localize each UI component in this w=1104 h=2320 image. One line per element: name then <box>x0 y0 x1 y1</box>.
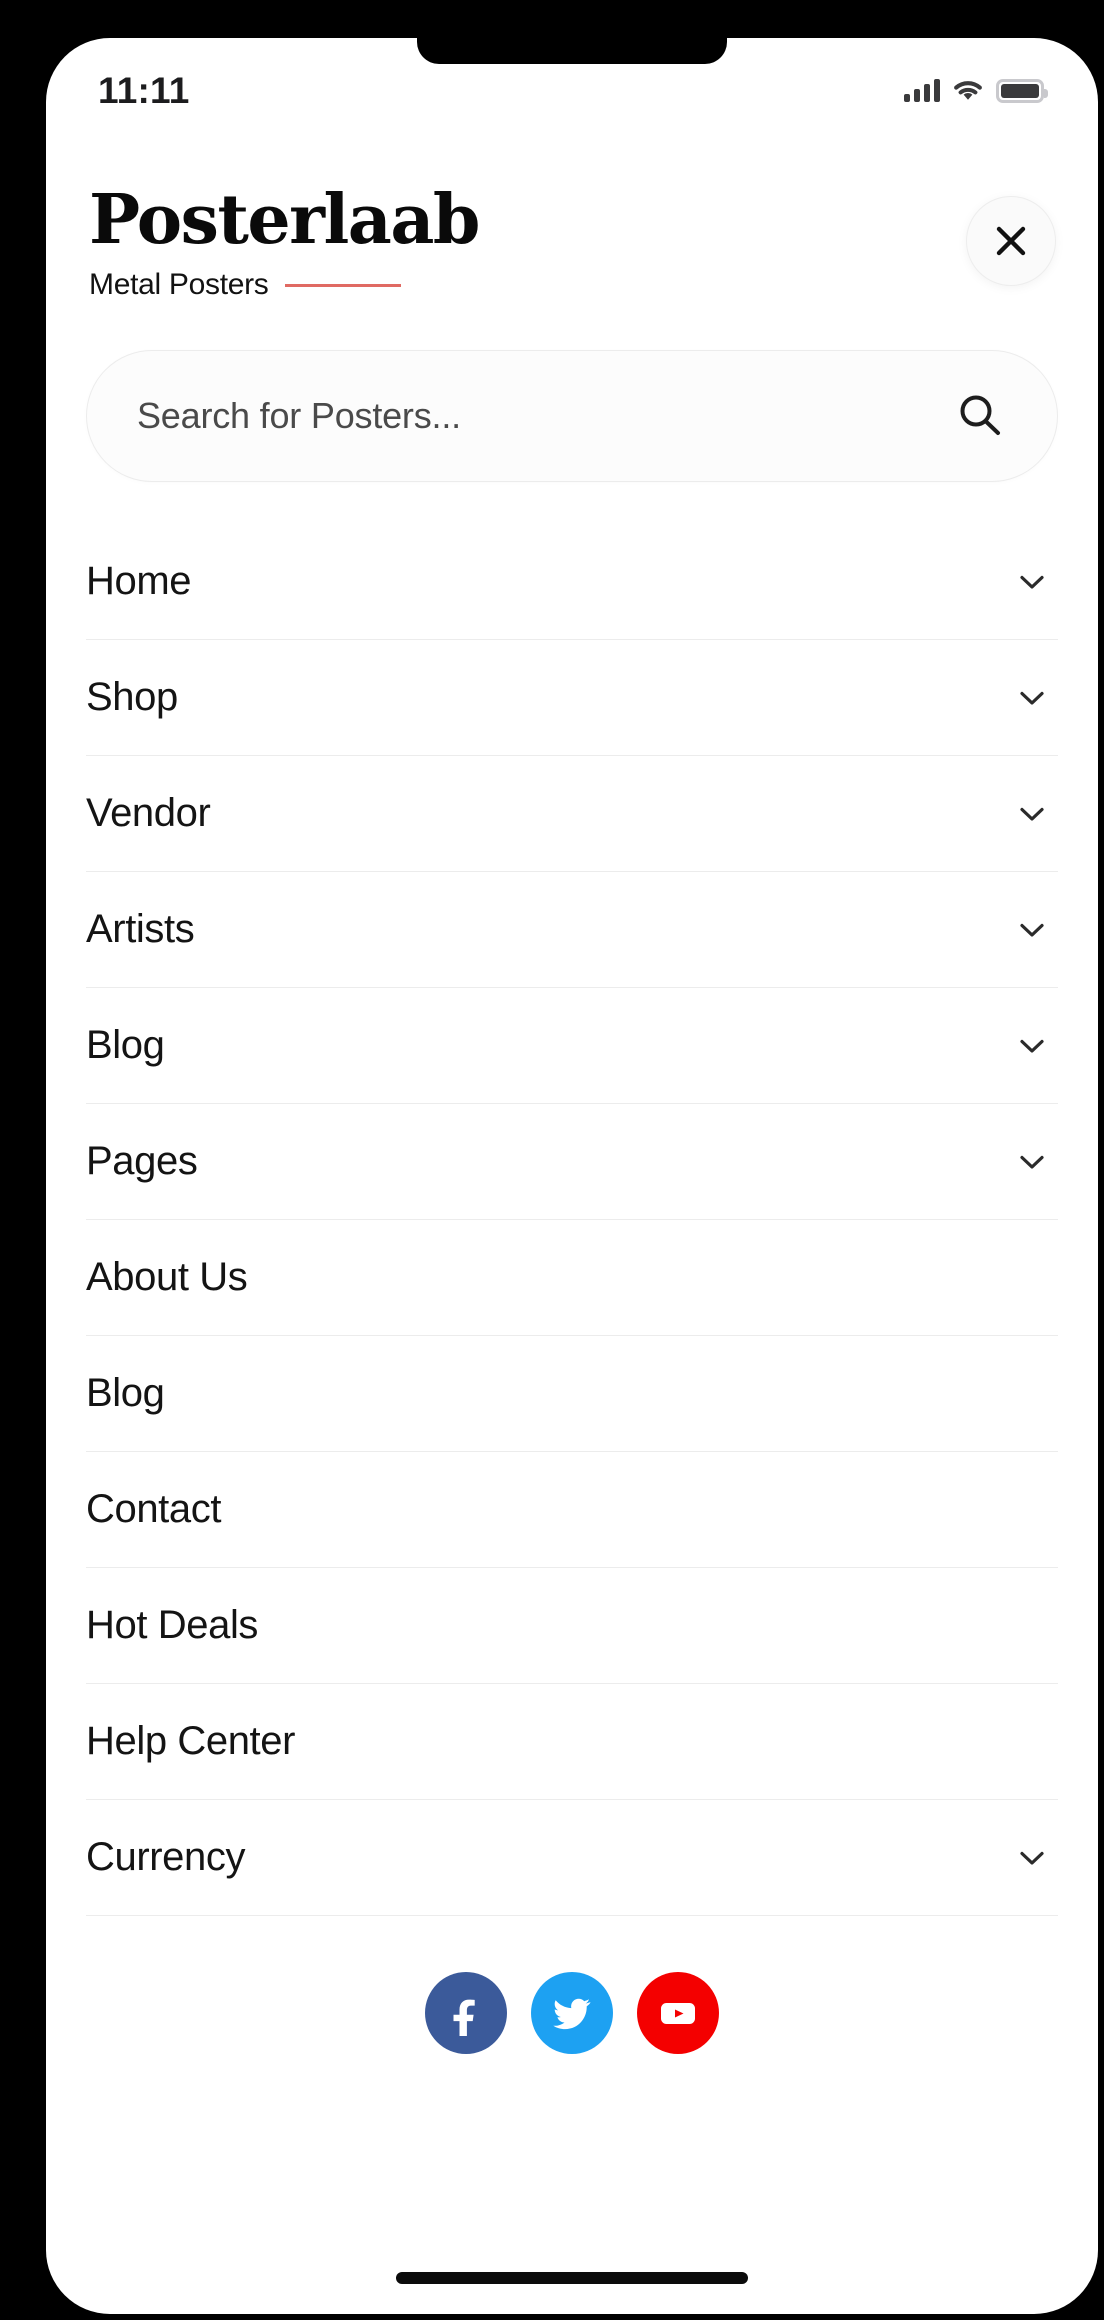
search-bar[interactable] <box>86 350 1058 482</box>
twitter-button[interactable] <box>531 1972 613 2054</box>
menu-item-label: Blog <box>86 1023 165 1067</box>
menu-item-shop[interactable]: Shop <box>86 640 1058 756</box>
menu-item-label: Vendor <box>86 791 211 835</box>
menu-item-label: Hot Deals <box>86 1603 259 1647</box>
social-links <box>86 1972 1058 2054</box>
menu-item-hot-deals[interactable]: Hot Deals <box>86 1568 1058 1684</box>
facebook-button[interactable] <box>425 1972 507 2054</box>
menu-item-label: Home <box>86 559 192 603</box>
menu-item-label: Blog <box>86 1371 165 1415</box>
brand-subtitle-row: Metal Posters <box>89 268 479 302</box>
menu-item-label: Artists <box>86 907 195 951</box>
chevron-down-icon[interactable] <box>1012 794 1052 834</box>
brand-accent-rule <box>284 283 401 287</box>
chevron-down-icon[interactable] <box>1012 562 1052 602</box>
menu-item-blog[interactable]: Blog <box>86 988 1058 1104</box>
chevron-down-icon[interactable] <box>1012 910 1052 950</box>
chevron-down-icon[interactable] <box>1012 1838 1052 1878</box>
menu-item-label: Pages <box>86 1139 198 1183</box>
twitter-icon <box>549 1990 595 2036</box>
facebook-icon <box>443 1990 489 2036</box>
home-indicator <box>396 2272 748 2284</box>
brand-name: Posterlaab <box>89 180 480 260</box>
close-icon <box>989 219 1033 263</box>
brand-tagline: Metal Posters <box>89 268 269 301</box>
menu-item-home[interactable]: Home <box>86 524 1058 640</box>
menu-item-vendor[interactable]: Vendor <box>86 756 1058 872</box>
signal-bars-icon <box>904 79 940 102</box>
phone-notch <box>417 38 727 64</box>
battery-full-icon <box>996 79 1048 103</box>
phone-device-frame: 11:11 Posterlaab Metal Posters Search fo… <box>0 0 1104 2320</box>
menu-item-currency[interactable]: Currency <box>86 1800 1058 1916</box>
phone-bezel: 11:11 Posterlaab Metal Posters Search fo… <box>20 16 1098 2314</box>
status-bar-icons <box>904 79 1048 103</box>
menu-item-contact[interactable]: Contact <box>86 1452 1058 1568</box>
menu-item-label: About Us <box>86 1255 248 1299</box>
youtube-icon <box>655 1990 701 2036</box>
search-icon[interactable] <box>953 389 1007 443</box>
chevron-down-icon[interactable] <box>1012 678 1052 718</box>
navigation-menu: Home Shop Vendor Artists Blog Pages About Us Bl… <box>86 524 1058 1916</box>
menu-item-artists[interactable]: Artists <box>86 872 1058 988</box>
menu-item-about-us[interactable]: About Us <box>86 1220 1058 1336</box>
menu-item-label: Help Center <box>86 1719 296 1763</box>
chevron-down-icon[interactable] <box>1012 1142 1052 1182</box>
panel-header: Posterlaab Metal Posters <box>86 134 1058 302</box>
menu-item-help-center[interactable]: Help Center <box>86 1684 1058 1800</box>
brand-logo[interactable]: Posterlaab Metal Posters <box>86 180 480 302</box>
youtube-button[interactable] <box>637 1972 719 2054</box>
menu-item-label: Shop <box>86 675 178 719</box>
phone-screen: 11:11 Posterlaab Metal Posters Search fo… <box>46 38 1098 2314</box>
menu-panel: Posterlaab Metal Posters Search for Post… <box>46 134 1098 2314</box>
search-input[interactable] <box>135 394 953 438</box>
close-button[interactable] <box>966 196 1056 286</box>
menu-item-label: Contact <box>86 1487 222 1531</box>
chevron-down-icon[interactable] <box>1012 1026 1052 1066</box>
status-bar-time: 11:11 <box>98 70 190 111</box>
wifi-icon <box>953 80 983 102</box>
menu-item-blog[interactable]: Blog <box>86 1336 1058 1452</box>
menu-item-label: Currency <box>86 1835 246 1879</box>
menu-item-pages[interactable]: Pages <box>86 1104 1058 1220</box>
